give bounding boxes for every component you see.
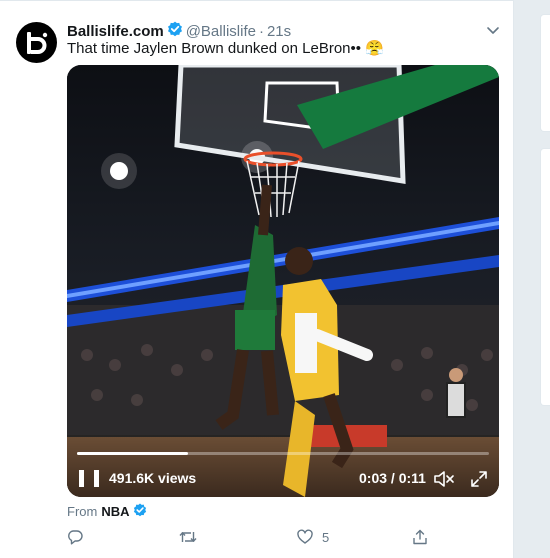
reply-icon xyxy=(68,530,83,545)
attribution-source[interactable]: NBA xyxy=(101,504,129,519)
fullscreen-icon[interactable] xyxy=(469,469,489,489)
media-attribution: From NBA xyxy=(67,503,150,520)
tweet-actions: 5 xyxy=(67,527,447,547)
side-panel-edge xyxy=(540,14,550,132)
tweet-header: Ballislife.com @Ballislife · 21s xyxy=(67,21,291,41)
video-progress-fill xyxy=(77,452,189,455)
ballislife-logo-icon xyxy=(26,31,47,54)
heart-icon xyxy=(297,529,313,544)
reply-button[interactable] xyxy=(67,527,83,547)
chevron-down-icon[interactable] xyxy=(484,24,502,38)
avatar[interactable] xyxy=(16,22,57,63)
like-count: 5 xyxy=(322,529,330,545)
tweet-text: That time Jaylen Brown dunked on LeBron•… xyxy=(67,40,384,57)
video-player[interactable]: 491.6K views 0:03 / 0:11 xyxy=(67,65,499,497)
video-frame xyxy=(67,65,499,497)
attribution-prefix: From xyxy=(67,504,98,519)
display-name[interactable]: Ballislife.com xyxy=(67,23,164,40)
pause-bar xyxy=(79,470,84,487)
pause-bar xyxy=(94,470,99,487)
timestamp[interactable]: 21s xyxy=(267,23,291,40)
retweet-button[interactable] xyxy=(179,527,197,547)
verified-badge-icon xyxy=(167,21,183,41)
view-count: 491.6K views xyxy=(109,470,197,486)
verified-badge-icon xyxy=(133,503,147,520)
video-timecode: 0:03 / 0:11 xyxy=(359,470,426,486)
user-handle[interactable]: @Ballislife xyxy=(186,23,256,40)
video-progress-bar[interactable] xyxy=(77,452,489,455)
side-panel-edge xyxy=(540,148,550,406)
pause-button[interactable] xyxy=(79,467,99,491)
separator-dot: · xyxy=(258,22,264,40)
tweet[interactable]: Ballislife.com @Ballislife · 21s That ti… xyxy=(0,0,513,558)
like-button[interactable]: 5 xyxy=(297,527,329,547)
retweet-icon xyxy=(179,532,197,542)
mute-icon[interactable] xyxy=(433,469,455,489)
share-icon xyxy=(413,529,427,545)
share-button[interactable] xyxy=(412,527,428,547)
